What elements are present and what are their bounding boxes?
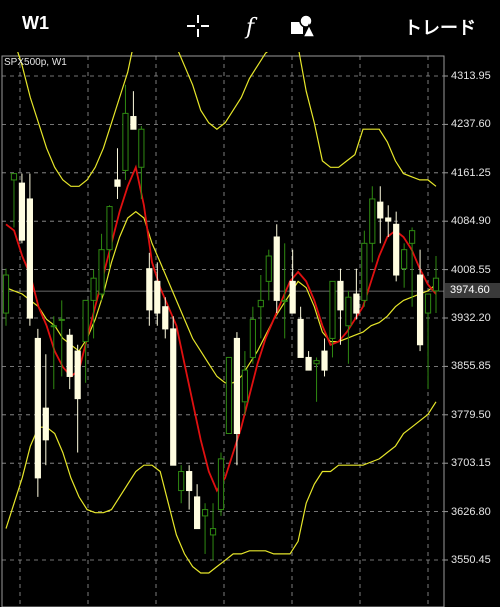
y-tick-label: 3779.50 xyxy=(451,408,491,421)
trade-button[interactable]: トレード xyxy=(404,14,476,40)
y-tick-label: 3550.45 xyxy=(451,554,491,566)
candle-body xyxy=(289,280,296,314)
candle-body xyxy=(424,293,432,314)
y-tick-label: 4313.95 xyxy=(451,70,491,82)
y-tick-label: 4237.60 xyxy=(451,118,491,131)
candle-body xyxy=(225,356,233,435)
crosshair-icon[interactable] xyxy=(184,12,212,40)
price-chart[interactable] xyxy=(0,52,500,607)
candle-body xyxy=(130,116,137,130)
candle-body xyxy=(50,325,57,328)
candle-body xyxy=(209,528,217,536)
candle-body xyxy=(10,173,18,181)
candle-body xyxy=(154,280,161,314)
candle-body xyxy=(249,318,256,358)
candle-body xyxy=(82,299,89,343)
candle-body xyxy=(369,198,376,244)
candle-body xyxy=(345,296,352,327)
candle-body xyxy=(241,369,248,403)
candle-body xyxy=(122,112,129,171)
candle-body xyxy=(401,249,408,270)
candle-body xyxy=(66,334,73,377)
candle-body xyxy=(321,350,328,371)
candle-body xyxy=(393,223,400,276)
candle-body xyxy=(26,198,33,319)
candle-body xyxy=(353,293,360,314)
candle-body xyxy=(265,255,272,282)
svg-text:f: f xyxy=(244,15,258,40)
candle-body xyxy=(138,128,145,168)
y-tick-label: 3626.80 xyxy=(451,505,491,518)
candle-body xyxy=(146,268,153,311)
candle-body xyxy=(361,242,368,301)
candle-body xyxy=(297,318,304,358)
candle-body xyxy=(90,277,97,301)
candle-body xyxy=(42,407,49,441)
candle-body xyxy=(186,471,193,492)
candle-body xyxy=(106,206,113,251)
candle-body xyxy=(416,274,424,346)
candle-body xyxy=(233,337,241,435)
candle-body xyxy=(432,277,440,292)
chart-grid xyxy=(1,55,448,607)
candle-body xyxy=(201,509,209,517)
function-icon[interactable]: f xyxy=(238,12,266,40)
candle-body xyxy=(257,299,264,308)
current-price-label: 3974.60 xyxy=(445,283,500,298)
candle-body xyxy=(305,356,312,371)
plot-border xyxy=(1,55,445,607)
candle-body xyxy=(34,337,41,479)
candle-body xyxy=(114,179,121,187)
upper-band-line xyxy=(17,52,437,187)
candle-body xyxy=(74,350,81,400)
candle-body xyxy=(377,201,384,219)
candle-body xyxy=(58,318,65,321)
candle-body xyxy=(194,496,201,530)
candles xyxy=(2,84,440,561)
timeframe-button[interactable]: W1 xyxy=(22,13,49,34)
symbol-label: SPX500p, W1 xyxy=(4,57,67,68)
candle-body xyxy=(170,328,177,466)
y-tick-label: 4161.25 xyxy=(451,166,491,179)
y-tick-label: 4008.55 xyxy=(451,263,491,276)
candle-body xyxy=(162,306,169,330)
y-tick-label: 3855.85 xyxy=(451,360,491,373)
y-tick-label: 3703.15 xyxy=(451,457,491,470)
candle-body xyxy=(409,230,416,244)
candle-body xyxy=(281,299,288,302)
candle-body xyxy=(178,471,185,492)
candle-body xyxy=(329,280,336,339)
candle-body xyxy=(217,458,225,511)
candle-body xyxy=(18,182,26,241)
candle-body xyxy=(337,280,344,311)
candle-body xyxy=(2,274,10,314)
candle-body xyxy=(385,217,392,222)
candle-body xyxy=(313,360,320,365)
y-tick-label: 4084.90 xyxy=(451,215,491,228)
objects-icon[interactable] xyxy=(289,12,317,40)
top-toolbar: W1 f トレード xyxy=(0,0,500,52)
candle-body xyxy=(98,249,105,295)
y-tick-label: 3932.20 xyxy=(451,312,491,324)
candle-body xyxy=(273,236,280,301)
